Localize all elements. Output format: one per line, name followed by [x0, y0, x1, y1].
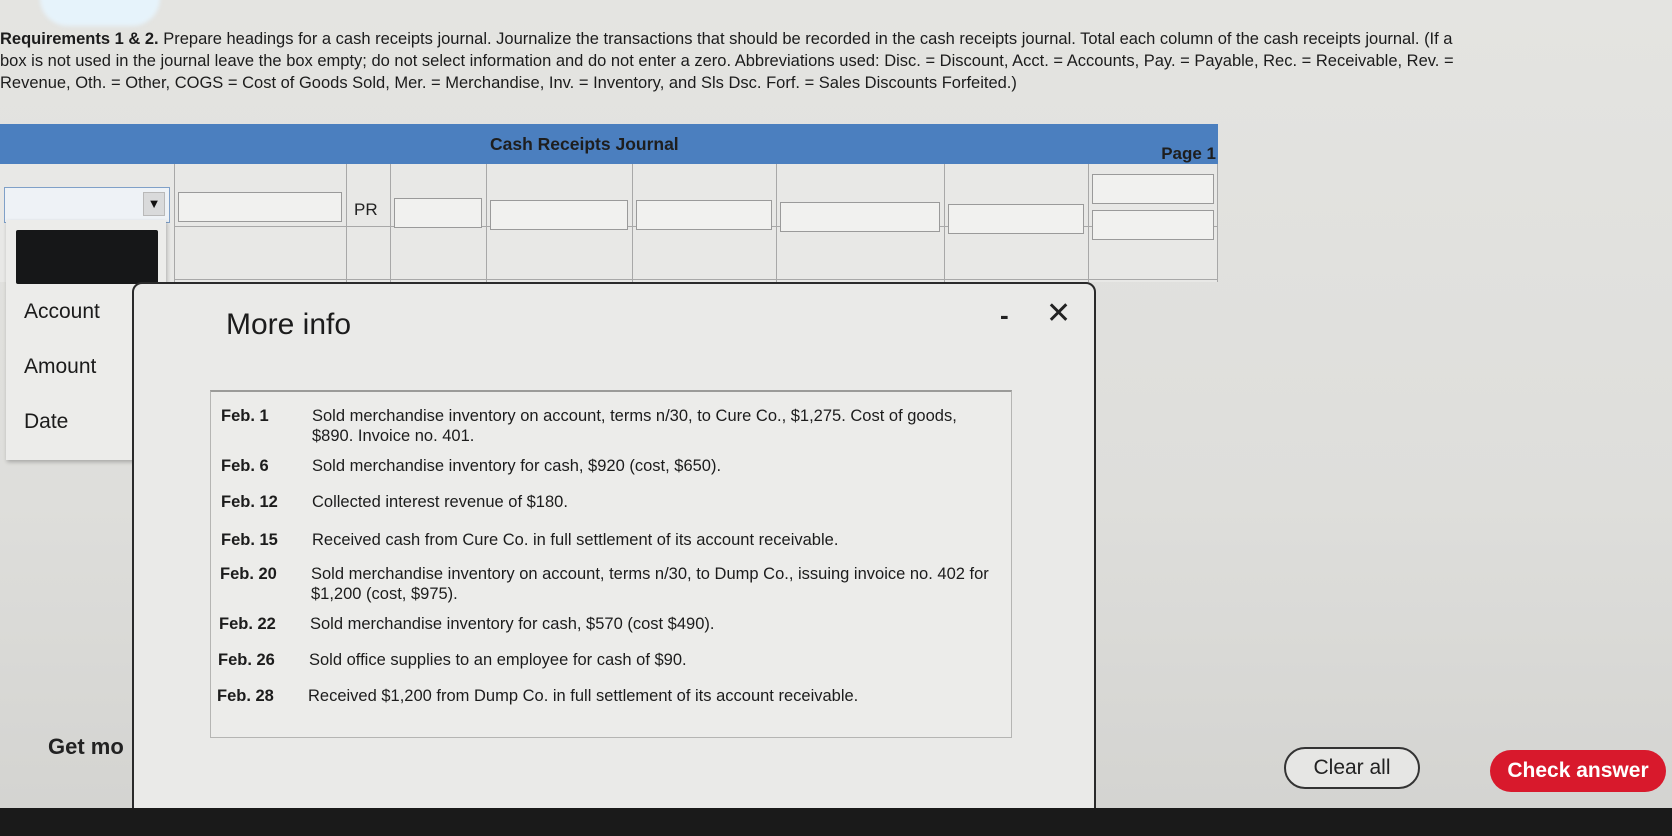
transaction-date: Feb. 20: [220, 565, 277, 583]
header-input[interactable]: [394, 198, 482, 228]
transaction-date: Feb. 12: [221, 493, 278, 511]
header-dropdown[interactable]: ▼: [4, 187, 170, 223]
column-divider: [390, 164, 391, 282]
header-input[interactable]: [490, 200, 628, 230]
check-answer-button[interactable]: Check answer: [1490, 750, 1666, 792]
transaction-text: Sold merchandise inventory on account, t…: [311, 565, 989, 603]
column-divider: [1088, 164, 1089, 282]
pr-column-label: PR: [354, 200, 378, 219]
header-input[interactable]: [636, 200, 772, 230]
transaction-date: Feb. 6: [221, 457, 269, 475]
dialog-title: More info: [226, 308, 352, 341]
header-input[interactable]: [1092, 210, 1214, 240]
cash-receipts-journal: Cash Receipts Journal Page 1 PR: [0, 124, 1218, 282]
requirements-line-2: box is not used in the journal leave the…: [0, 52, 1454, 70]
transaction-date: Feb. 15: [221, 531, 278, 549]
journal-page-label: Page 1: [1161, 144, 1216, 163]
transaction-text: Sold merchandise inventory for cash, $92…: [312, 457, 722, 475]
requirements-label: Requirements 1 & 2.: [0, 30, 159, 48]
transaction-text: Sold merchandise inventory on account, t…: [312, 407, 957, 445]
row-divider: [174, 279, 1218, 280]
transaction-text: Received $1,200 from Dump Co. in full se…: [308, 687, 859, 705]
bottom-bar: [0, 808, 1672, 836]
transaction-text: Sold office supplies to an employee for …: [309, 651, 687, 669]
journal-title: Cash Receipts Journal: [490, 134, 679, 154]
transaction-text: Received cash from Cure Co. in full sett…: [312, 531, 839, 549]
background-blob: [40, 0, 160, 26]
column-divider: [944, 164, 945, 282]
requirements-line-3: Revenue, Oth. = Other, COGS = Cost of Go…: [0, 74, 1017, 92]
transaction-date: Feb. 22: [219, 615, 276, 633]
dropdown-option-date[interactable]: Date: [24, 410, 68, 434]
header-input[interactable]: [178, 192, 342, 222]
dropdown-option-amount[interactable]: Amount: [24, 355, 96, 379]
column-divider: [776, 164, 777, 282]
column-divider: [174, 164, 175, 282]
column-divider: [632, 164, 633, 282]
minimize-icon[interactable]: -: [1000, 300, 1009, 331]
dropdown-blank-option[interactable]: [16, 230, 158, 284]
transaction-text: Sold merchandise inventory for cash, $57…: [310, 615, 715, 633]
header-input[interactable]: [948, 204, 1084, 234]
dropdown-arrow-icon[interactable]: ▼: [143, 192, 165, 216]
close-icon[interactable]: ✕: [1046, 296, 1071, 331]
header-input[interactable]: [1092, 174, 1214, 204]
column-divider: [486, 164, 487, 282]
column-divider: [346, 164, 347, 282]
transaction-date: Feb. 28: [217, 687, 274, 705]
requirements-line-1: Prepare headings for a cash receipts jou…: [158, 30, 1453, 48]
dropdown-option-account[interactable]: Account: [24, 300, 100, 324]
transaction-date: Feb. 1: [221, 407, 269, 425]
header-input[interactable]: [780, 202, 940, 232]
clear-all-button[interactable]: Clear all: [1284, 747, 1420, 789]
screen: Requirements 1 & 2. Prepare headings for…: [0, 0, 1672, 836]
transaction-text: Collected interest revenue of $180.: [312, 493, 568, 511]
get-more-help-link[interactable]: Get mo: [48, 734, 124, 760]
transaction-date: Feb. 26: [218, 651, 275, 669]
requirements-text: Requirements 1 & 2. Prepare headings for…: [0, 28, 1672, 94]
transactions-table: Feb. 1 Sold merchandise inventory on acc…: [210, 390, 1012, 738]
column-divider: [1217, 164, 1218, 282]
journal-header: Cash Receipts Journal Page 1: [0, 124, 1218, 164]
